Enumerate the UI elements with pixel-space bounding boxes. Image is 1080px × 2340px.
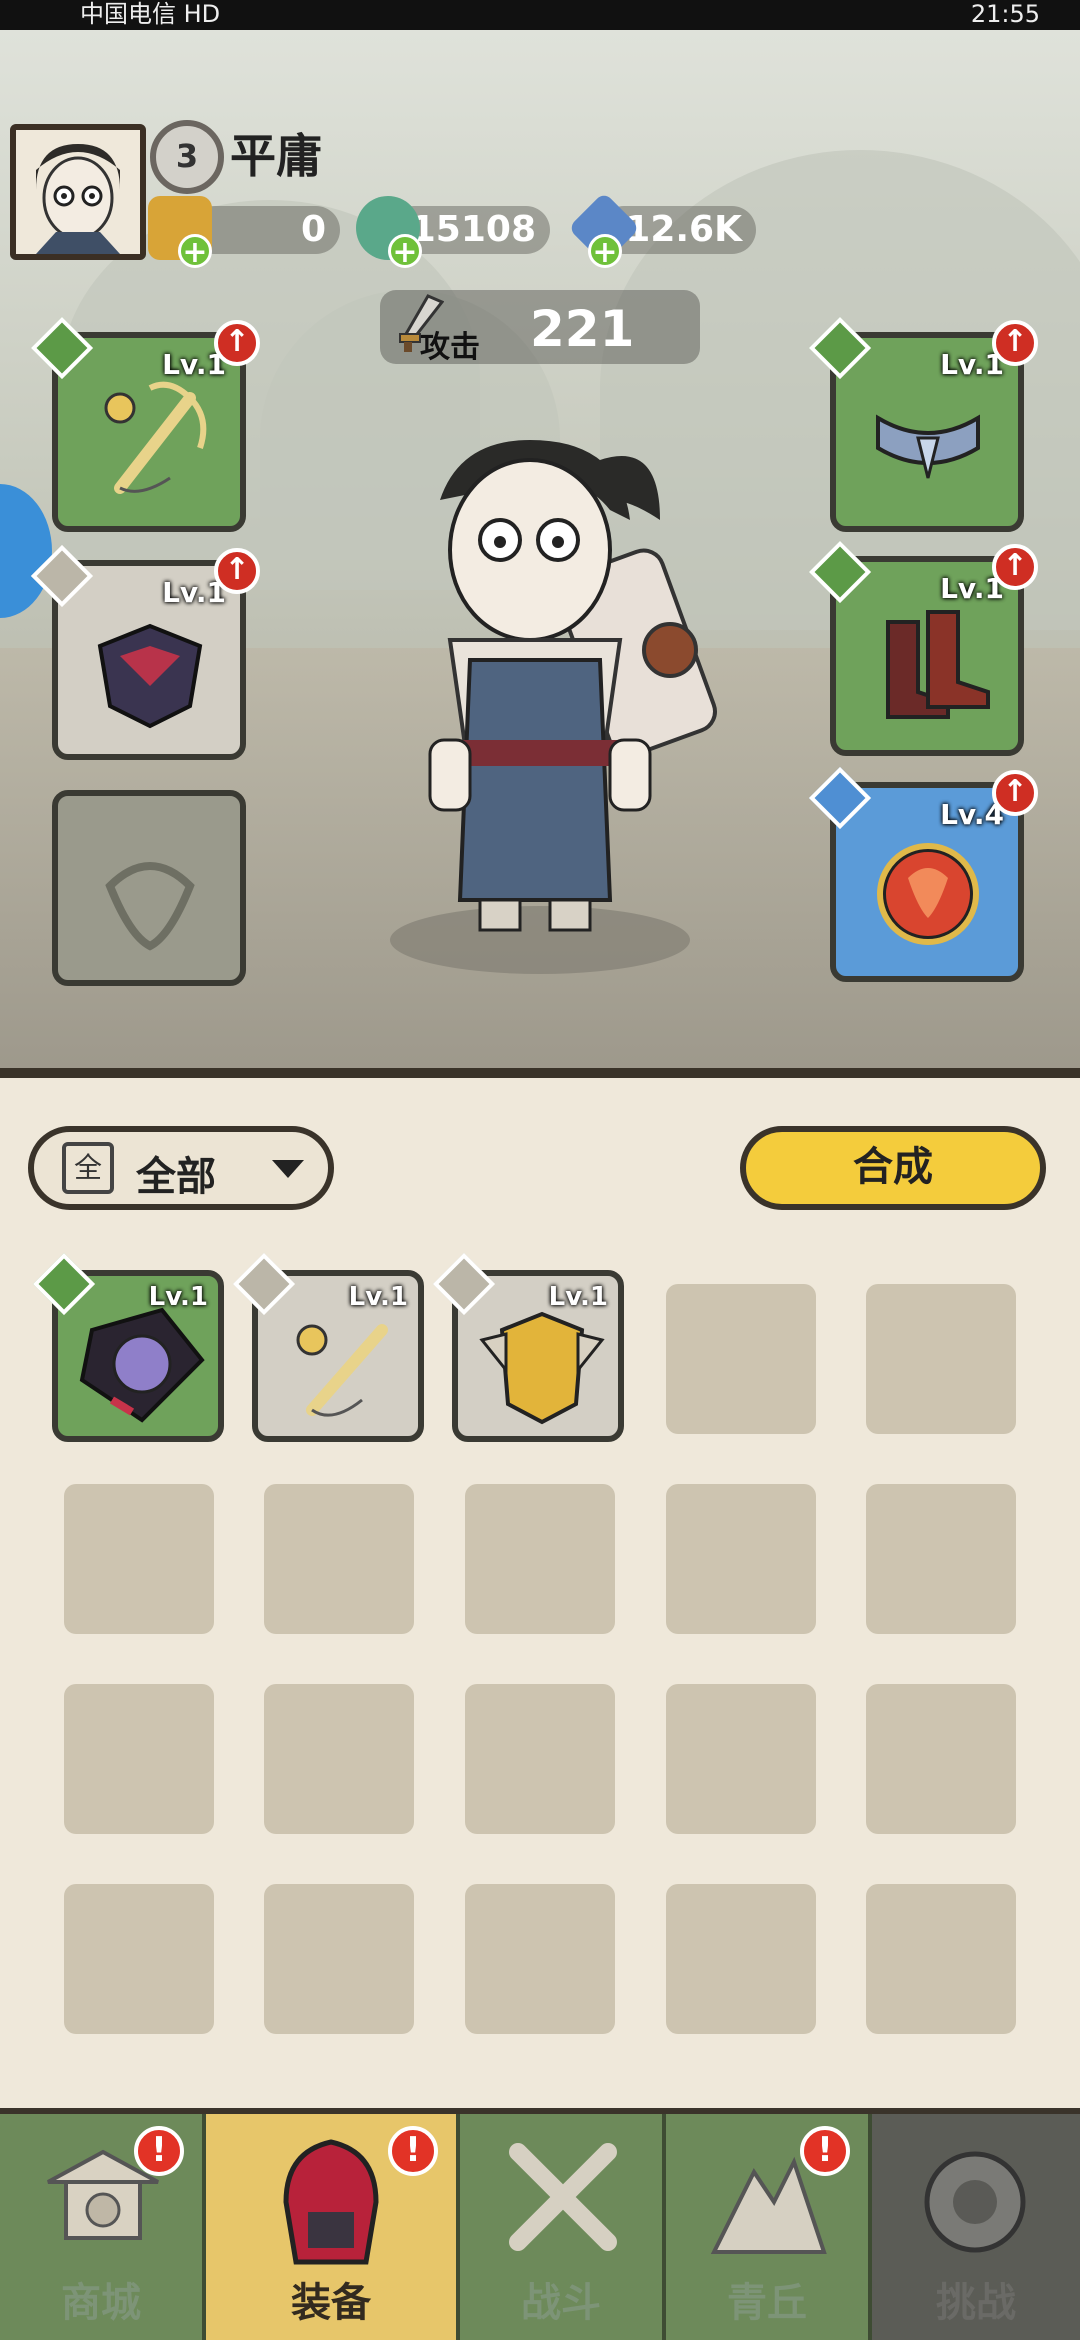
player-level-badge: 3 — [150, 120, 224, 194]
gong-icon — [924, 2151, 1026, 2253]
filter-label: 全部 — [136, 1154, 216, 1200]
add-jade-button[interactable]: + — [388, 234, 422, 269]
status-bar: 中国电信 HD 21:55 — [0, 0, 1080, 30]
whip-icon — [296, 1324, 388, 1417]
upgrade-belt-button[interactable]: ↑ — [992, 320, 1038, 366]
helmet-icon — [283, 2139, 379, 2265]
nav-shop[interactable]: 商城 ! — [0, 2114, 206, 2340]
chevron-down-icon — [272, 1160, 304, 1178]
upgrade-talisman-button[interactable]: ↑ — [992, 770, 1038, 816]
upgrade-boots-button[interactable]: ↑ — [992, 544, 1038, 590]
inventory-slot-empty[interactable] — [64, 1684, 214, 1834]
amulet-icon — [79, 1307, 205, 1423]
inventory-slot-empty[interactable] — [866, 1684, 1016, 1834]
filter-all-icon: 全 — [62, 1142, 114, 1194]
nav-battle[interactable]: 战斗 — [460, 2114, 666, 2340]
nav-qingqiu[interactable]: 青丘 ! — [666, 2114, 872, 2340]
equip-slot-talisman[interactable]: Lv.4 — [830, 782, 1024, 982]
inventory-slot-empty[interactable] — [465, 1884, 615, 2034]
inventory-slot-empty[interactable] — [465, 1684, 615, 1834]
boots-icon — [886, 610, 990, 719]
fire-orb-icon — [877, 843, 979, 945]
inventory-slot-empty[interactable] — [666, 1284, 816, 1434]
inventory-slot-empty[interactable] — [866, 1884, 1016, 2034]
attack-label: 攻击 — [420, 330, 480, 365]
add-crystal-button[interactable]: + — [588, 234, 622, 269]
alert-badge: ! — [800, 2126, 850, 2176]
inventory-slot-empty[interactable] — [264, 1484, 414, 1634]
equip-slot-weapon[interactable]: Lv.1 — [52, 332, 246, 532]
inventory-slot-empty[interactable] — [64, 1484, 214, 1634]
equip-slot-accessory-empty[interactable] — [52, 790, 246, 986]
equip-slot-boots[interactable]: Lv.1 — [830, 556, 1024, 756]
inventory-slot-empty[interactable] — [866, 1284, 1016, 1434]
resource-scroll-value: 0 — [190, 206, 340, 254]
inventory-slot-empty[interactable] — [264, 1684, 414, 1834]
inventory-slot-empty[interactable] — [264, 1884, 414, 2034]
side-bubble[interactable] — [0, 484, 52, 618]
upgrade-armor-button[interactable]: ↑ — [214, 548, 260, 594]
nav-label: 商城 — [61, 2280, 141, 2326]
alert-badge: ! — [134, 2126, 184, 2176]
equip-slot-armor[interactable]: Lv.1 — [52, 560, 246, 760]
upgrade-weapon-button[interactable]: ↑ — [214, 320, 260, 366]
player-name: 平庸 — [230, 129, 322, 183]
attack-value: 221 — [530, 300, 635, 358]
nav-label: 挑战 — [936, 2280, 1016, 2326]
equip-slot-belt[interactable]: Lv.1 — [830, 332, 1024, 532]
filter-dropdown[interactable]: 全 全部 — [28, 1126, 334, 1210]
avatar[interactable] — [10, 124, 146, 260]
golden-armor-icon — [479, 1311, 605, 1425]
whip-icon — [104, 381, 207, 494]
inventory-slot-empty[interactable] — [465, 1484, 615, 1634]
hero-character — [390, 440, 717, 974]
nav-equipment[interactable]: 装备 ! — [206, 2114, 460, 2340]
scene-divider — [0, 1068, 1080, 1078]
nav-challenge[interactable]: 挑战 — [872, 2114, 1080, 2340]
ring-placeholder-icon — [105, 862, 195, 951]
inventory-slot-empty[interactable] — [64, 1884, 214, 2034]
inventory-slot-empty[interactable] — [866, 1484, 1016, 1634]
bottom-nav: 商城 ! 装备 ! 战斗 青丘 ! 挑战 — [0, 2108, 1080, 2340]
inventory-slot-empty[interactable] — [666, 1484, 816, 1634]
clock: 21:55 — [970, 0, 1040, 28]
alert-badge: ! — [388, 2126, 438, 2176]
nav-label: 战斗 — [521, 2280, 601, 2326]
add-scroll-button[interactable]: + — [178, 234, 212, 269]
nav-label: 装备 — [291, 2280, 371, 2326]
inventory-slot-empty[interactable] — [666, 1884, 816, 2034]
inventory-slot-empty[interactable] — [666, 1684, 816, 1834]
belt-icon — [876, 414, 980, 479]
dark-armor-icon — [97, 623, 203, 729]
carrier-label: 中国电信 HD — [80, 0, 221, 28]
nav-label: 青丘 — [727, 2280, 807, 2326]
crossed-swords-icon — [509, 2143, 617, 2251]
compose-button[interactable]: 合成 — [740, 1126, 1046, 1210]
